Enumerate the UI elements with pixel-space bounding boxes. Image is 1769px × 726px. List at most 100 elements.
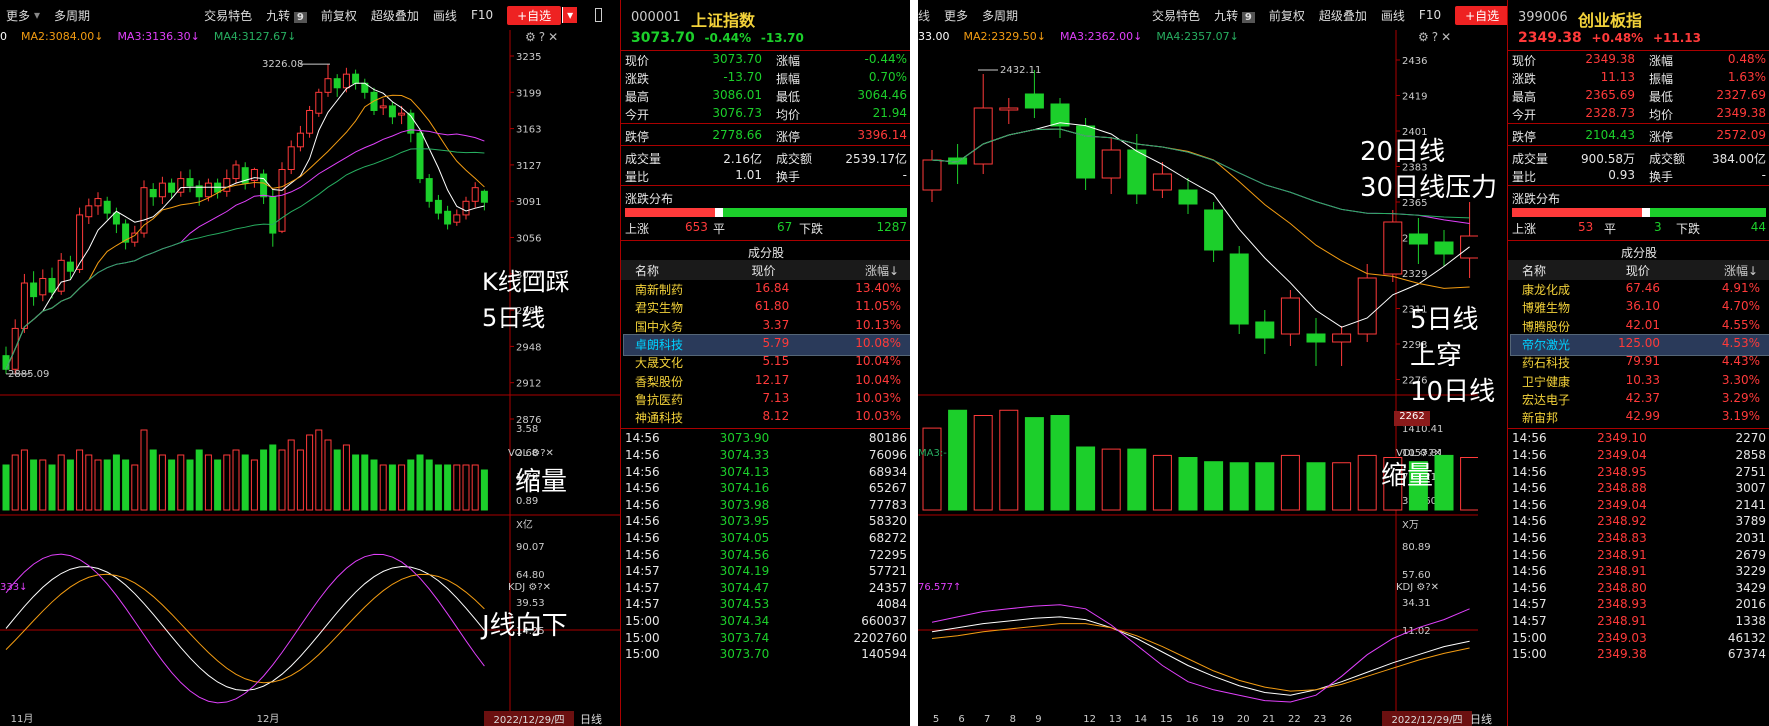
- stock-price: 42.01: [1625, 317, 1660, 332]
- stat-label: 最低: [1649, 90, 1674, 104]
- volume-bar: [112, 454, 120, 511]
- period-label[interactable]: 日线: [580, 711, 602, 726]
- sort-column-header[interactable]: 涨幅↓: [865, 262, 899, 279]
- candle: [453, 214, 461, 223]
- candle: [434, 199, 442, 214]
- vol-label: VOL ⚙?✕: [1396, 448, 1442, 459]
- candle: [85, 205, 93, 218]
- tick-time: 14:56: [625, 481, 660, 496]
- tick-price: 3074.16: [719, 481, 770, 496]
- volume-bar: [186, 459, 194, 511]
- high-label: 2432.11: [1000, 65, 1041, 76]
- tick-time: 14:56: [1512, 547, 1547, 562]
- stat-label: 涨跌: [1512, 72, 1537, 86]
- stat-label: 均价: [1649, 108, 1674, 122]
- right-chart-pane: 线 更多 多周期 交易特色 九转 9 前复权 超级叠加 画线 F10 +自选 ▾…: [918, 0, 1769, 726]
- volume-bar: [131, 464, 139, 511]
- volume-bar: [480, 469, 488, 511]
- stock-name: 博腾股份: [1522, 319, 1571, 334]
- candle: [471, 187, 479, 202]
- stat-value: 0.48%: [1727, 52, 1766, 66]
- stock-name: 香梨股份: [635, 374, 684, 389]
- candle: [1024, 93, 1044, 109]
- candle: [1255, 321, 1275, 339]
- x-tick-label: 16: [1186, 714, 1199, 725]
- volume-bar: [361, 454, 369, 511]
- cons-row[interactable]: 卫宁健康 10.33 3.30%: [1508, 371, 1769, 391]
- tick-volume: 24357: [868, 580, 907, 595]
- cons-row[interactable]: 帝尔激光 125.00 4.53%: [1508, 334, 1769, 354]
- tick-row: 14:56 2348.83 2031: [1508, 531, 1769, 547]
- tick-volume: 57721: [868, 564, 907, 579]
- vol-tick-label: X亿: [516, 518, 533, 531]
- candle: [2, 355, 10, 370]
- tick-time: 14:57: [625, 597, 660, 612]
- kdj-line-3: [931, 604, 1470, 703]
- kdj-line-2: [5, 573, 485, 684]
- x-tick-label: 11月: [11, 713, 34, 725]
- cons-row[interactable]: 宏达电子 42.37 3.29%: [1508, 389, 1769, 409]
- stock-name: 鲁抗医药: [635, 392, 684, 407]
- cons-row[interactable]: 博腾股份 42.01 4.55%: [1508, 316, 1769, 336]
- period-label[interactable]: 日线: [1470, 711, 1492, 726]
- tick-row: 14:57 2348.91 1338: [1508, 614, 1769, 630]
- tick-time: 14:56: [625, 497, 660, 512]
- kdj-value: 76.577↑: [918, 582, 962, 593]
- cons-row[interactable]: 神通科技 8.12 10.03%: [621, 407, 910, 427]
- candle: [76, 214, 84, 270]
- tick-volume: 1338: [1735, 614, 1766, 628]
- cons-row[interactable]: 康龙化成 67.46 4.91%: [1508, 279, 1769, 299]
- cons-row[interactable]: 南新制药 16.84 13.40%: [621, 279, 910, 299]
- cons-row[interactable]: 新宙邦 42.99 3.19%: [1508, 407, 1769, 427]
- stat-value: 3073.70: [712, 52, 762, 66]
- cons-title: 成分股: [747, 246, 784, 260]
- sort-column-header[interactable]: 涨幅↓: [1724, 262, 1758, 279]
- stat-value: 2572.09: [1716, 128, 1766, 142]
- y-tick-label: 2436: [1402, 56, 1427, 67]
- stock-name: 帝尔激光: [1522, 337, 1571, 352]
- tick-row: 15:00 3073.70 140594: [621, 647, 910, 663]
- cons-row[interactable]: 香梨股份 12.17 10.04%: [621, 371, 910, 391]
- stat-value: 3086.01: [712, 88, 762, 102]
- kdj-value: 333↓: [0, 582, 28, 593]
- candle: [269, 196, 277, 234]
- stock-name: 康龙化成: [1522, 283, 1571, 297]
- volume-bar: [1050, 415, 1070, 511]
- candle: [1229, 253, 1249, 325]
- tick-row: 14:56 3074.56 72295: [621, 548, 910, 564]
- stat-row: 今开 2328.73 均价 2349.38: [1508, 104, 1769, 124]
- stock-name: 宏达电子: [1522, 392, 1571, 407]
- tick-row: 14:56 3074.05 68272: [621, 531, 910, 547]
- volume-bar: [324, 439, 332, 511]
- volume-bar: [20, 449, 28, 511]
- tick-price: 3074.19: [719, 564, 770, 579]
- stat-row: 最高 2365.69 最低 2327.69: [1508, 86, 1769, 106]
- tick-time: 14:56: [1512, 564, 1547, 579]
- volume-bar: [444, 464, 452, 511]
- dist-title: 涨跌分布: [625, 192, 674, 206]
- stat-label: 最高: [625, 90, 650, 104]
- down-count: 1287: [876, 220, 907, 234]
- stat-value: 3396.14: [857, 128, 907, 142]
- stat-label: 均价: [776, 108, 801, 122]
- stock-name: 卫宁健康: [1522, 374, 1571, 389]
- cons-row[interactable]: 博雅生物 36.10 4.70%: [1508, 297, 1769, 317]
- volume-bar: [379, 464, 387, 511]
- stock-change: 3.29%: [1721, 390, 1760, 405]
- cons-row[interactable]: 君实生物 61.80 11.05%: [621, 297, 910, 317]
- cons-header: 名称 现价 涨幅↓: [621, 260, 910, 280]
- stock-change: 10.04%: [855, 354, 901, 369]
- cons-row[interactable]: 国中水务 3.37 10.13%: [621, 316, 910, 336]
- tick-price: 3074.53: [719, 597, 770, 612]
- cons-row[interactable]: 大晟文化 5.15 10.04%: [621, 352, 910, 372]
- volume-bar: [260, 449, 268, 511]
- cons-row[interactable]: 药石科技 79.91 4.43%: [1508, 352, 1769, 372]
- stock-change: 10.13%: [855, 317, 901, 332]
- cons-row[interactable]: 鲁抗医药 7.13 10.03%: [621, 389, 910, 409]
- tick-price: 3074.56: [719, 547, 770, 562]
- candle: [1357, 277, 1377, 335]
- tick-price: 2348.80: [1597, 580, 1647, 595]
- stock-change: 4.43%: [1721, 354, 1760, 369]
- cons-row[interactable]: 卓朗科技 5.79 10.08%: [621, 334, 910, 354]
- stock-change: 4.70%: [1721, 299, 1760, 314]
